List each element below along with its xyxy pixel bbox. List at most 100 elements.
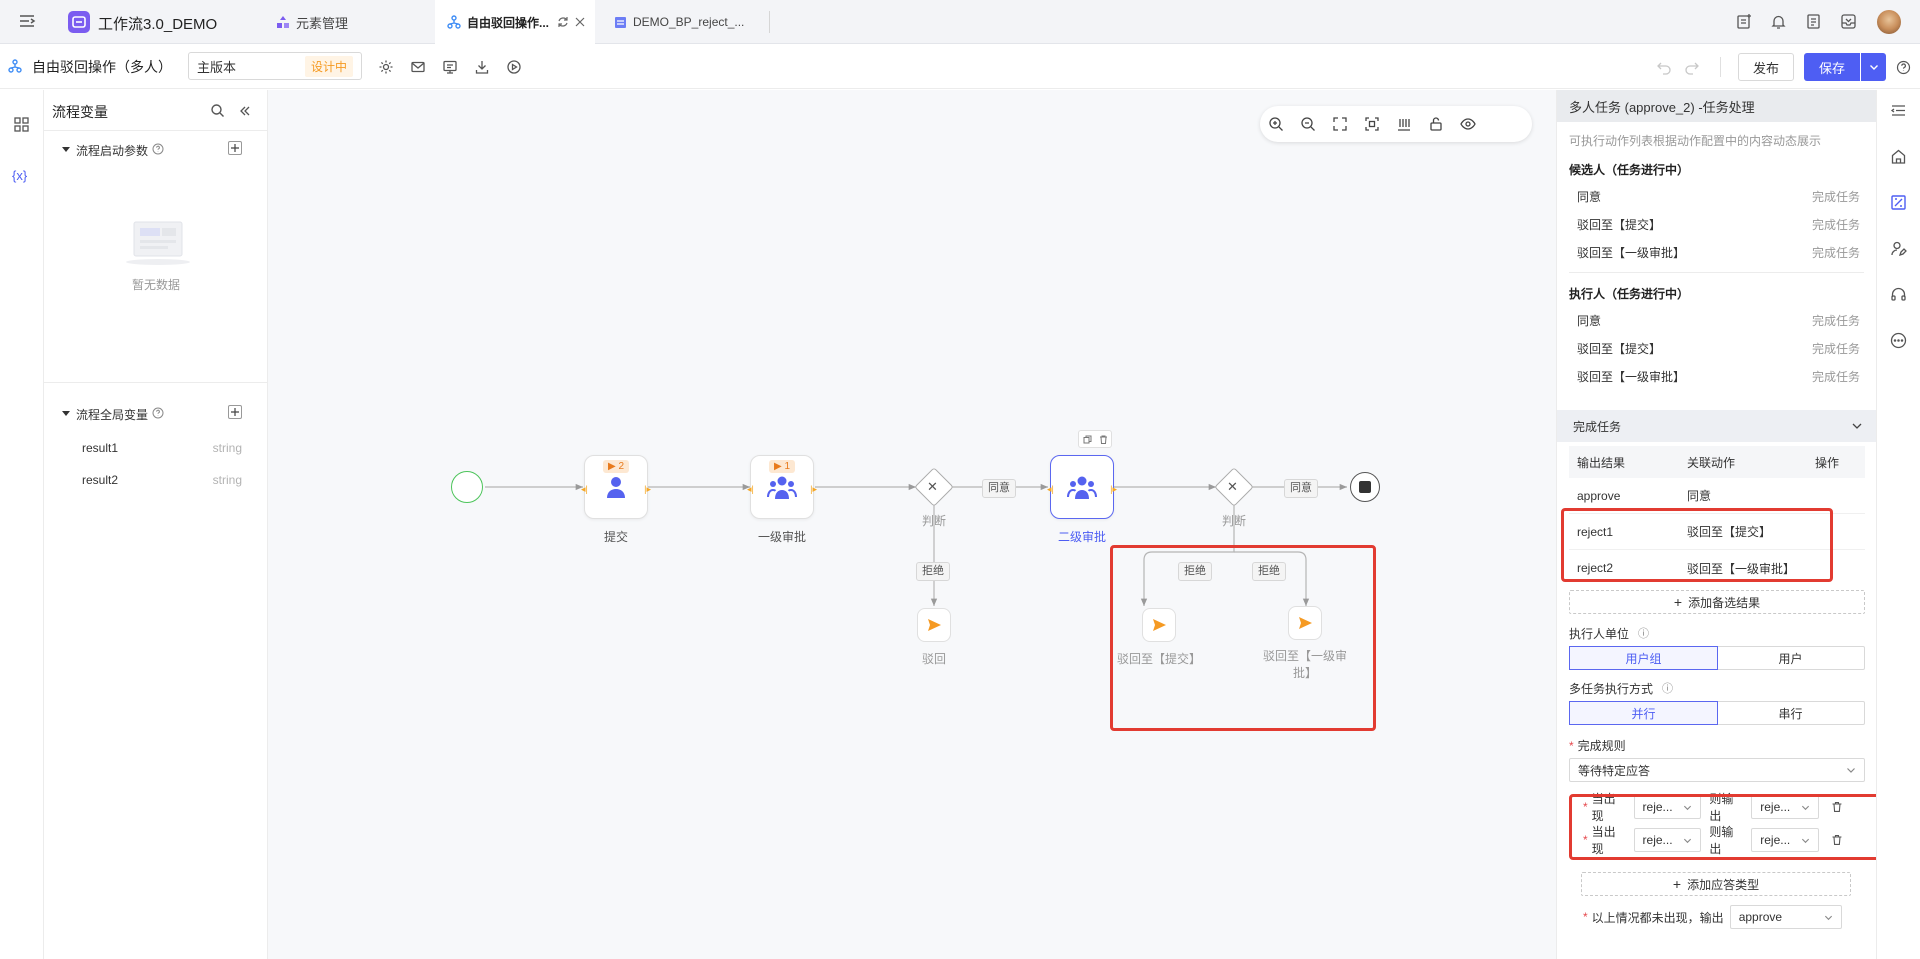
status-text: 完成任务: [1811, 189, 1860, 204]
tab-bar: 工作流3.0_DEMO 元素管理 自由驳回操作... DEMO_BP_rejec…: [0, 0, 1920, 44]
section-title: 完成任务: [1573, 419, 1622, 434]
port-icon: |▸: [810, 484, 817, 494]
menu-collapse-icon[interactable]: [18, 12, 36, 30]
undo-icon[interactable]: [1656, 59, 1672, 75]
tab-demo-bp[interactable]: DEMO_BP_reject_...: [600, 11, 770, 33]
list-item[interactable]: result2 string: [44, 464, 268, 496]
flow-canvas[interactable]: ▶ 2 ◂| |▸ 提交 ▶ 1 ◂| |▸ 一级审批 ✕ 判断 同意 拒绝 驳…: [268, 90, 1556, 959]
home-icon[interactable]: [1890, 148, 1907, 165]
list-item[interactable]: 驳回至【提交】 完成任务: [1557, 334, 1876, 362]
edge-label-refuse[interactable]: 拒绝: [916, 562, 950, 581]
monitor-icon[interactable]: [442, 59, 458, 75]
option-serial[interactable]: 串行: [1717, 702, 1864, 724]
left-rail: {x}: [0, 90, 44, 959]
save-button[interactable]: 保存: [1804, 53, 1860, 81]
task-add-icon[interactable]: [1736, 13, 1753, 30]
option-user[interactable]: 用户: [1717, 647, 1864, 669]
panel-title: 流程变量: [52, 104, 108, 120]
collapse-panel-icon[interactable]: [238, 104, 252, 118]
task-config-icon[interactable]: [1890, 194, 1907, 211]
output-cell: approve: [1577, 488, 1621, 503]
search-icon[interactable]: [210, 103, 225, 118]
var-type: string: [212, 441, 242, 455]
clipboard-icon[interactable]: [1805, 13, 1822, 30]
var-name: result2: [82, 473, 119, 487]
list-item[interactable]: 同意 完成任务: [1557, 306, 1876, 334]
caret-down-icon[interactable]: [62, 409, 70, 417]
settings-icon[interactable]: [378, 59, 394, 75]
refresh-icon[interactable]: [557, 16, 569, 28]
headset-icon[interactable]: [1890, 286, 1907, 303]
node-reject[interactable]: [917, 608, 951, 642]
port-icon: ◂|: [1047, 484, 1054, 494]
list-item[interactable]: result1 string: [44, 432, 268, 464]
port-icon: ◂|: [747, 484, 754, 494]
variable-icon[interactable]: {x}: [12, 168, 27, 183]
mail-icon[interactable]: [410, 59, 426, 75]
chevron-down-icon: [1847, 768, 1855, 773]
publish-button[interactable]: 发布: [1738, 53, 1794, 81]
add-response-button[interactable]: + 添加应答类型: [1581, 872, 1851, 896]
highlight-box: [1110, 545, 1376, 731]
node-label: 二级审批: [1057, 530, 1106, 544]
download-icon[interactable]: [474, 59, 490, 75]
action-label: 同意: [1577, 313, 1602, 328]
caret-down-icon[interactable]: [62, 145, 70, 153]
node-badge: ▶ 2: [602, 460, 630, 473]
status-text: 完成任务: [1811, 313, 1860, 328]
redo-icon[interactable]: [1684, 59, 1700, 75]
column-header: 操作: [1815, 455, 1840, 470]
tab-label: 自由驳回操作...: [467, 15, 550, 30]
more-icon[interactable]: [1890, 332, 1907, 349]
default-output-select[interactable]: approve: [1729, 905, 1842, 929]
action-label: 驳回至【一级审批】: [1577, 369, 1686, 384]
node-submit[interactable]: ▶ 2 ◂| |▸: [581, 455, 651, 519]
play-icon[interactable]: [506, 59, 522, 75]
option-parallel[interactable]: 并行: [1569, 701, 1718, 725]
complete-rule-label: * 完成规则: [1569, 739, 1626, 753]
complete-rule-select[interactable]: 等待特定应答: [1569, 758, 1865, 782]
person-icon: [607, 477, 625, 498]
edge-label-agree[interactable]: 同意: [1284, 479, 1318, 498]
start-node[interactable]: [451, 471, 483, 503]
save-dropdown-button[interactable]: [1861, 53, 1886, 81]
complete-task-section[interactable]: 完成任务: [1557, 410, 1877, 442]
node-level1-approval[interactable]: ▶ 1 ◂| |▸: [747, 455, 817, 519]
candidates-title: 候选人（任务进行中）: [1569, 163, 1690, 177]
plus-icon: [231, 408, 239, 416]
add-result-button[interactable]: + 添加备选结果: [1569, 590, 1865, 614]
start-params-title: 流程启动参数: [76, 144, 149, 158]
list-item[interactable]: 驳回至【提交】 完成任务: [1557, 210, 1876, 238]
list-item[interactable]: 同意 完成任务: [1557, 182, 1876, 210]
option-user-group[interactable]: 用户组: [1569, 646, 1718, 670]
list-item[interactable]: 驳回至【一级审批】 完成任务: [1557, 362, 1876, 390]
hint-text: 可执行动作列表根据动作配置中的内容动态展示: [1569, 134, 1822, 148]
add-start-param-button[interactable]: [228, 141, 242, 155]
close-tab-icon[interactable]: [575, 17, 585, 27]
tab-element-management[interactable]: 元素管理: [270, 0, 435, 44]
help-icon[interactable]: [1896, 60, 1911, 75]
divider: [44, 382, 268, 383]
avatar[interactable]: [1877, 10, 1901, 34]
group-icon: [767, 476, 797, 499]
tab-reject-operation[interactable]: 自由驳回操作...: [435, 0, 595, 44]
panel-toggle-icon[interactable]: [1890, 102, 1907, 119]
version-select[interactable]: 主版本 设计中: [188, 52, 362, 80]
node-level2-approval[interactable]: ◂| |▸: [1047, 455, 1117, 519]
toolbar: 自由驳回操作（多人） 主版本 设计中 发布 保存: [0, 45, 1920, 89]
edge-label-agree[interactable]: 同意: [982, 479, 1016, 498]
end-node[interactable]: [1350, 472, 1380, 502]
node-label: 提交: [603, 530, 628, 544]
node-label: 判断: [921, 514, 946, 528]
add-global-var-button[interactable]: [228, 405, 242, 419]
multi-mode-toggle[interactable]: 并行 串行: [1569, 701, 1865, 725]
action-label: 驳回至【提交】: [1577, 217, 1662, 232]
list-item[interactable]: 驳回至【一级审批】 完成任务: [1557, 238, 1876, 266]
exec-unit-label: 执行人单位: [1569, 627, 1630, 641]
exec-unit-toggle[interactable]: 用户组 用户: [1569, 646, 1865, 670]
user-edit-icon[interactable]: [1890, 240, 1907, 257]
inbox-icon[interactable]: [1840, 13, 1857, 30]
action-cell: 同意: [1687, 489, 1712, 503]
grid-icon[interactable]: [13, 116, 30, 133]
bell-icon[interactable]: [1770, 13, 1787, 30]
